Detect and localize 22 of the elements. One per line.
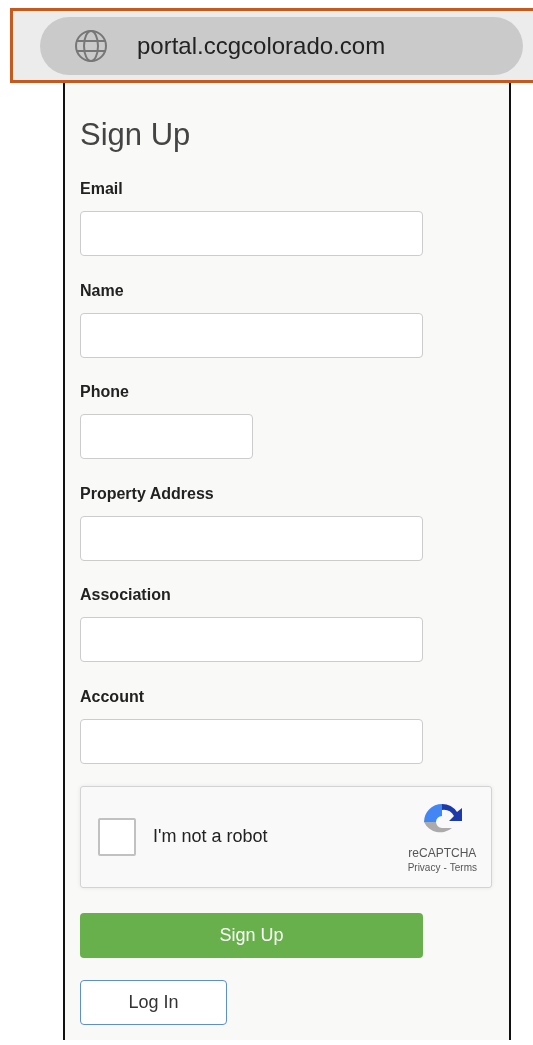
field-label: Phone [80,382,130,402]
page-title: Sign Up [80,117,192,153]
field-label: Email [80,179,124,199]
privacy-link[interactable]: Privacy [407,862,441,873]
field-label: Association [80,585,172,605]
url-field[interactable]: portal.ccgcolorado.com [40,16,523,75]
input-field[interactable] [80,515,423,561]
globe-icon [74,28,108,63]
field-label: Account [80,686,145,707]
field-label: Name [80,280,125,301]
input-field[interactable] [80,312,423,358]
input-field[interactable] [80,718,423,764]
separator: - [443,862,447,873]
captcha-label: I'm not a robot [153,826,269,847]
checkbox[interactable] [98,817,136,856]
terms-link[interactable]: Terms [449,862,477,873]
input-field[interactable] [80,617,423,662]
input-field[interactable] [80,211,423,256]
input-field[interactable] [80,414,253,459]
captcha-brand: reCAPTCHA [408,846,477,860]
field-label: Property Address [80,483,215,504]
log-in-button[interactable]: Log In [80,979,227,1025]
